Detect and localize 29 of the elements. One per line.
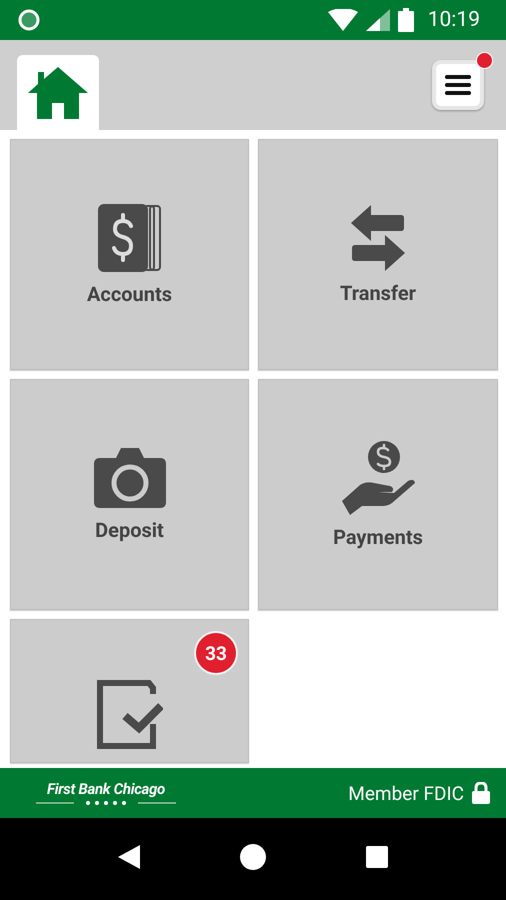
member-fdic-text: Member FDIC (348, 782, 464, 804)
status-time: 10:19 (428, 8, 480, 32)
tile-label: Transfer (340, 280, 416, 304)
home-circle-icon[interactable] (240, 844, 266, 870)
menu-tile[interactable]: Payments (258, 379, 498, 610)
lock-icon (472, 782, 490, 804)
battery-icon (398, 8, 414, 32)
camera-icon (94, 448, 166, 508)
menu-button[interactable] (432, 60, 484, 110)
money-card-icon (98, 204, 162, 272)
status-circle-icon (18, 9, 40, 31)
menu-icon (445, 74, 471, 96)
wifi-icon (328, 9, 358, 31)
menu-tile[interactable]: Accounts (10, 139, 249, 370)
hand-coin-icon (340, 440, 416, 514)
tile-label: Accounts (86, 282, 172, 306)
tile-label: Deposit (95, 518, 164, 542)
back-icon[interactable] (118, 845, 140, 869)
home-tab[interactable] (17, 55, 99, 130)
count-badge: 33 (196, 633, 236, 673)
checklist-icon (96, 680, 162, 750)
bank-logo-text: First Bank Chicago (47, 780, 165, 798)
menu-tile[interactable]: 33 (10, 619, 249, 763)
tile-label: Payments (333, 524, 423, 548)
swap-arrows-icon (351, 204, 405, 270)
menu-tile[interactable]: Transfer (258, 139, 498, 370)
menu-tile[interactable]: Deposit (10, 379, 249, 610)
home-icon (28, 66, 88, 118)
signal-icon (366, 9, 390, 31)
